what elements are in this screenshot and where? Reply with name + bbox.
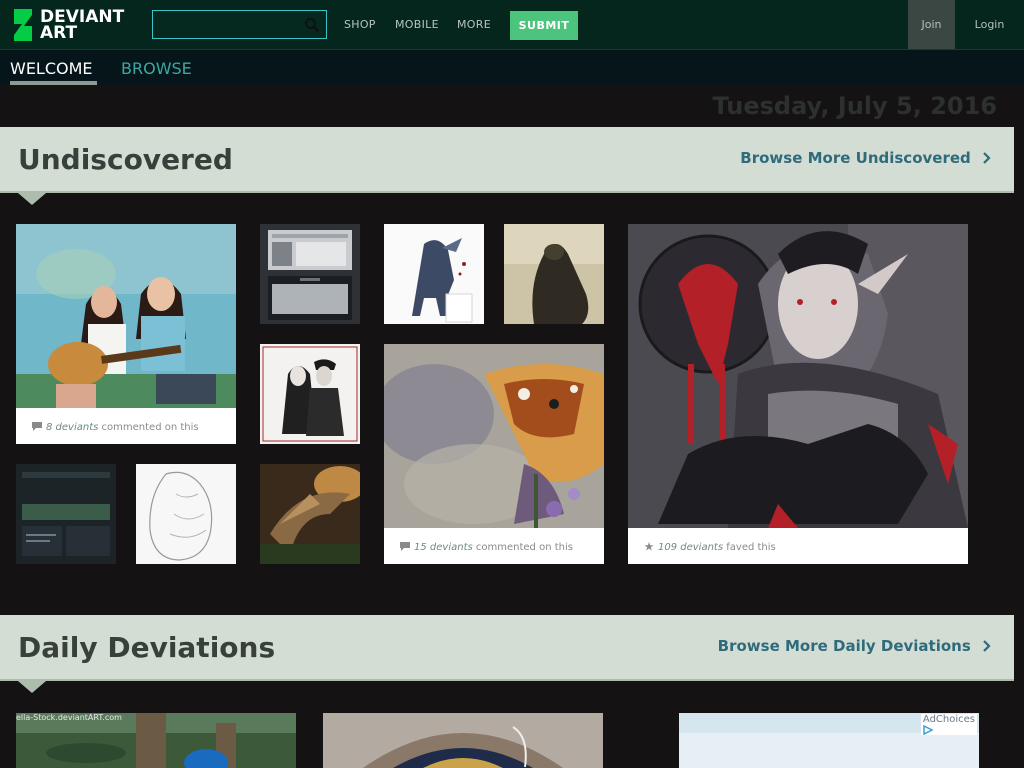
thumb-vampire[interactable]: 109 deviants faved this (628, 224, 968, 564)
adchoices-icon (923, 725, 933, 735)
couple-sketch-image (260, 344, 360, 444)
dark-website-image (16, 464, 116, 564)
dragon-painting-image (260, 464, 360, 564)
daily-watermark: ella-Stock.deviantART.com (16, 713, 122, 722)
pencil-sketch-image (136, 464, 236, 564)
vampire-caption: 109 deviants faved this (628, 528, 968, 564)
deviantart-logo[interactable]: DEVIANT ART (12, 9, 132, 43)
thumb-gargoyle[interactable] (384, 224, 484, 324)
undiscovered-header: Undiscovered Browse More Undiscovered (0, 127, 1014, 205)
star-icon (644, 542, 654, 551)
advertisement[interactable]: AdChoices (679, 713, 979, 768)
vampire-count[interactable]: 109 deviants (658, 542, 723, 553)
daily-deviations-header: Daily Deviations Browse More Daily Devia… (0, 615, 1014, 693)
search-icon[interactable] (304, 17, 320, 33)
daily-eye-image (323, 713, 603, 768)
logo-line-2: ART (40, 23, 78, 43)
page-date: Tuesday, July 5, 2016 (712, 92, 997, 120)
daily-deviations-title: Daily Deviations (18, 631, 276, 664)
login-button[interactable]: Login (955, 0, 1024, 49)
deviantart-logo-icon (14, 9, 32, 41)
gargoyle-image (384, 224, 484, 324)
thumb-girls-guitar[interactable]: 8 deviants commented on this (16, 224, 236, 444)
vampire-text: faved this (726, 542, 776, 553)
submit-button[interactable]: SUBMIT (510, 11, 578, 40)
girls-guitar-text: commented on this (101, 422, 199, 433)
section-pointer (18, 681, 46, 693)
thumb-dark-website[interactable] (16, 464, 116, 564)
girls-guitar-caption: 8 deviants commented on this (16, 408, 236, 444)
thumb-daily-peacock[interactable]: ella-Stock.deviantART.com (16, 713, 296, 768)
logo-text: DEVIANT ART (40, 9, 124, 43)
browse-more-undiscovered-link[interactable]: Browse More Undiscovered (740, 149, 992, 167)
butterfly-count[interactable]: 15 deviants (414, 542, 473, 553)
chevron-right-icon (983, 640, 991, 652)
active-tab-indicator (10, 81, 97, 85)
undiscovered-title: Undiscovered (18, 143, 233, 176)
browse-more-undiscovered-label: Browse More Undiscovered (740, 149, 971, 167)
chevron-right-icon (983, 152, 991, 164)
thumb-pencil-sketch[interactable] (136, 464, 236, 564)
adchoices-badge[interactable]: AdChoices (920, 714, 977, 735)
section-pointer (18, 193, 46, 205)
comment-icon (32, 422, 42, 431)
thumb-dragon-painting[interactable] (260, 464, 360, 564)
adchoices-label: AdChoices (922, 714, 975, 725)
girls-guitar-count[interactable]: 8 deviants (46, 422, 98, 433)
dark-creature-image (504, 224, 604, 324)
thumb-desktop-screens[interactable] (260, 224, 360, 324)
butterfly-caption: 15 deviants commented on this (384, 528, 604, 564)
browse-more-daily-link[interactable]: Browse More Daily Deviations (718, 637, 992, 655)
butterfly-image (384, 344, 604, 528)
join-button[interactable]: Join (908, 0, 955, 49)
tab-browse[interactable]: BROWSE (121, 59, 192, 78)
top-bar: DEVIANT ART SHOP MOBILE MORE SUBMIT Join… (0, 0, 1024, 50)
sub-navigation: WELCOME BROWSE (0, 50, 1024, 85)
nav-shop[interactable]: SHOP (344, 18, 376, 31)
thumb-butterfly[interactable]: 15 deviants commented on this (384, 344, 604, 564)
nav-mobile[interactable]: MOBILE (395, 18, 439, 31)
browse-more-daily-label: Browse More Daily Deviations (717, 637, 971, 655)
thumb-couple-sketch[interactable] (260, 344, 360, 444)
vampire-image (628, 224, 968, 528)
thumb-daily-eye[interactable] (323, 713, 603, 768)
butterfly-text: commented on this (475, 542, 573, 553)
nav-more[interactable]: MORE (457, 18, 491, 31)
desktop-screens-image (260, 224, 360, 324)
comment-icon (400, 542, 410, 551)
tab-welcome[interactable]: WELCOME (10, 59, 93, 78)
girls-guitar-image (16, 224, 236, 408)
search-input[interactable] (152, 10, 327, 39)
thumb-dark-creature[interactable] (504, 224, 604, 324)
